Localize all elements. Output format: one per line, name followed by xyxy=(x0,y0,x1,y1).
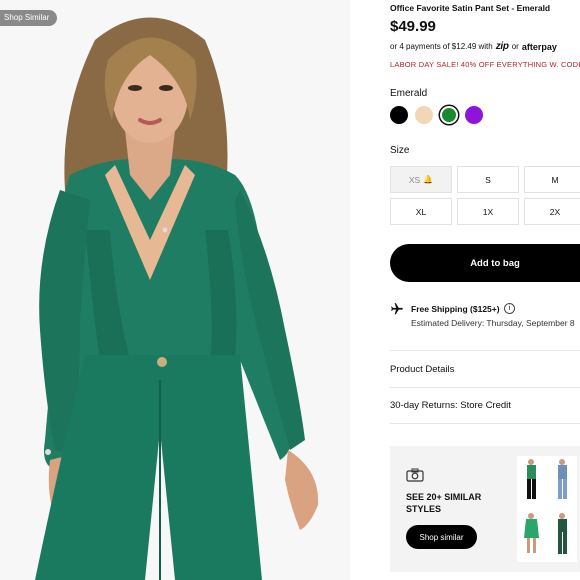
sale-banner: LABOR DAY SALE! 40% OFF EVERYTHING W. CO… xyxy=(390,60,580,69)
size-s-button[interactable]: S xyxy=(457,166,519,193)
swatch-purple[interactable] xyxy=(465,106,483,124)
divider xyxy=(390,387,580,388)
divider xyxy=(390,423,580,424)
size-1x-button[interactable]: 1X xyxy=(457,198,519,225)
size-m-button[interactable]: M xyxy=(524,166,580,193)
shop-similar-badge[interactable]: Shop Similar xyxy=(0,10,58,26)
camera-search-icon xyxy=(406,468,424,482)
add-to-bag-button[interactable]: Add to bag xyxy=(390,244,580,282)
installments-or: or xyxy=(511,42,519,51)
size-label: Size xyxy=(390,145,410,156)
swatch-nude[interactable] xyxy=(415,106,433,124)
product-details-toggle[interactable]: Product Details xyxy=(390,364,454,375)
size-m-label: M xyxy=(551,174,559,185)
size-2x-button[interactable]: 2X xyxy=(524,198,580,225)
product-panel: Office Favorite Satin Pant Set - Emerald… xyxy=(390,0,580,580)
size-grid: XS 🔔 S M XL 1X 2X xyxy=(390,166,580,225)
size-xl-label: XL xyxy=(415,206,427,217)
info-icon[interactable]: i xyxy=(504,303,515,314)
size-xl-button[interactable]: XL xyxy=(390,198,452,225)
size-2x-label: 2X xyxy=(549,206,561,217)
divider xyxy=(390,350,580,351)
selected-color-label: Emerald xyxy=(390,88,428,99)
similar-styles-headline: SEE 20+ SIMILAR STYLES xyxy=(406,492,482,514)
color-swatches xyxy=(390,106,483,124)
product-title: Office Favorite Satin Pant Set - Emerald xyxy=(390,3,551,13)
free-shipping-title: Free Shipping ($125+) xyxy=(411,304,500,314)
model-photo xyxy=(0,0,350,580)
zip-logo[interactable]: zip xyxy=(496,41,509,52)
airplane-icon xyxy=(391,303,403,315)
product-price: $49.99 xyxy=(390,18,436,35)
size-1x-label: 1X xyxy=(482,206,494,217)
afterpay-logo[interactable]: afterpay xyxy=(522,42,557,52)
swatch-emerald[interactable] xyxy=(440,106,458,124)
similar-styles-card: SEE 20+ SIMILAR STYLES Shop similar xyxy=(390,446,580,572)
notify-bell-icon[interactable]: 🔔 xyxy=(423,175,433,184)
product-image[interactable]: Shop Similar xyxy=(0,0,350,580)
installments-info: or 4 payments of $12.49 with zip or afte… xyxy=(390,41,557,52)
estimated-delivery: Estimated Delivery: Thursday, September … xyxy=(411,318,575,328)
size-xs-label: XS xyxy=(408,174,421,185)
returns-toggle[interactable]: 30-day Returns: Store Credit xyxy=(390,400,511,411)
size-s-label: S xyxy=(485,174,491,185)
installments-text: or 4 payments of $12.49 with xyxy=(390,42,493,51)
size-xs-button[interactable]: XS 🔔 xyxy=(390,166,452,193)
shop-similar-button[interactable]: Shop similar xyxy=(406,525,477,549)
similar-style-thumbnails[interactable] xyxy=(517,456,577,562)
swatch-black[interactable] xyxy=(390,106,408,124)
